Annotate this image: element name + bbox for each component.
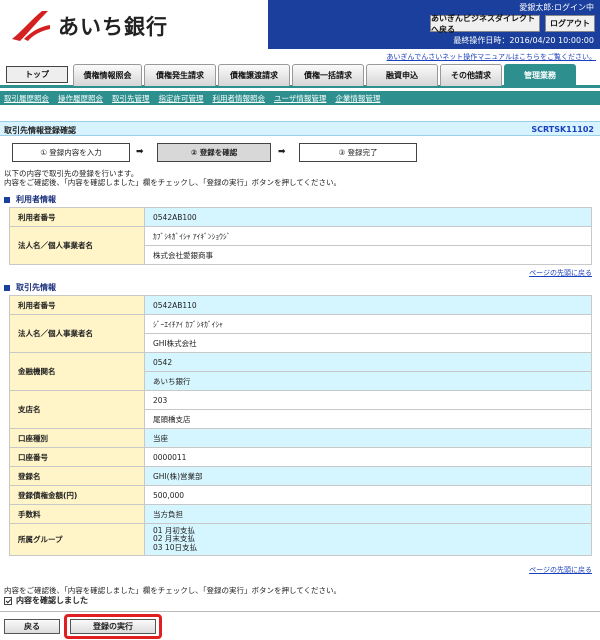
company-name-label: 法人名／個人事業者名 xyxy=(9,226,145,265)
group-label: 所属グループ xyxy=(9,523,145,556)
tab-claim-bulk[interactable]: 債権一括請求 xyxy=(292,64,364,86)
instruction-line: 以下の内容で取引先の登録を行います。 xyxy=(4,169,139,178)
execute-button[interactable]: 登録の実行 xyxy=(70,619,156,634)
sub-navigation: 取引履歴照会 操作履歴照会 取引先管理 指定許可管理 利用者情報照会 ユーザ情報… xyxy=(0,91,600,105)
subnav-transaction-history[interactable]: 取引履歴照会 xyxy=(4,93,49,104)
tab-claim-issue[interactable]: 債権発生請求 xyxy=(144,64,216,86)
partner-name-label: 法人名／個人事業者名 xyxy=(9,314,145,353)
table-row: 法人名／個人事業者名 ｶﾌﾞｼｷｶﾞｲｼｬ ｱｲｷﾞﾝｼｮｳｼﾞ xyxy=(9,226,592,265)
company-name-kana: ｶﾌﾞｼｷｶﾞｲｼｬ ｱｲｷﾞﾝｼｮｳｼﾞ xyxy=(144,226,592,246)
page-title-bar: 取引先情報登録確認 SCRTSK11102 xyxy=(0,121,600,136)
step-complete: ③ 登録完了 xyxy=(299,143,417,162)
table-row: 口座種別 当座 xyxy=(9,428,592,448)
page-top-link[interactable]: ページの先頭に戻る xyxy=(529,268,592,278)
main-tabs: トップ 債権情報照会 債権発生請求 債権譲渡請求 債権一括請求 融資申込 その他… xyxy=(0,62,600,88)
bank-code: 0542 xyxy=(144,352,592,372)
group-item: 02 月末支払 xyxy=(153,534,195,544)
group-item: 01 月初支払 xyxy=(153,525,195,535)
back-button[interactable]: 戻る xyxy=(4,619,60,634)
account-number-value: 0000011 xyxy=(144,447,592,467)
tab-claim-transfer[interactable]: 債権譲渡請求 xyxy=(218,64,290,86)
section-heading-text: 利用者情報 xyxy=(16,195,56,204)
user-status: 愛銀太郎:ログイン中 xyxy=(519,3,594,12)
partner-name-kana: ｼﾞｰｴｲﾁｱｲ ｶﾌﾞｼｷｶﾞｲｼｬ xyxy=(144,314,592,334)
bank-logo: あいち銀行 xyxy=(8,6,258,46)
account-type-label: 口座種別 xyxy=(9,428,145,448)
instructions: 以下の内容で取引先の登録を行います。 内容をご確認後、「内容を確認しました」欄を… xyxy=(4,169,341,187)
confirm-label: 内容を確認しました xyxy=(16,596,88,605)
step-arrow-icon: ➡ xyxy=(278,147,286,157)
table-row: 支店名 203 xyxy=(9,390,592,429)
divider xyxy=(0,611,600,612)
table-row: 登録債権金額(円) 500,000 xyxy=(9,485,592,505)
header: あいち銀行 愛銀太郎:ログイン中 あいぎんビジネスダイレクトへ戻る ログアウト … xyxy=(0,0,600,50)
step-confirm: ② 登録を確認 xyxy=(157,143,271,162)
group-values: 01 月初支払 02 月末支払 03 10日支払 xyxy=(144,523,592,556)
square-bullet-icon xyxy=(4,284,10,291)
account-type-value: 当座 xyxy=(144,428,592,448)
table-row: 手数料 当方負担 xyxy=(9,504,592,524)
bank-name-value: あいち銀行 xyxy=(144,371,592,391)
user-number-value: 0542AB100 xyxy=(144,207,592,227)
registered-name-value: GHI(株)営業部 xyxy=(144,466,592,486)
tab-other-requests[interactable]: その他請求 xyxy=(440,64,502,86)
step-input: ① 登録内容を入力 xyxy=(12,143,130,162)
screen-id: SCRTSK11102 xyxy=(531,125,594,134)
subnav-partner-management[interactable]: 取引先管理 xyxy=(112,93,150,104)
logout-button[interactable]: ログアウト xyxy=(545,15,595,32)
subnav-permission-management[interactable]: 指定許可管理 xyxy=(159,93,204,104)
confirm-checkbox-row[interactable]: 内容を確認しました xyxy=(4,595,88,606)
table-row: 利用者番号 0542AB100 xyxy=(9,207,592,227)
partner-number-value: 0542AB110 xyxy=(144,295,592,315)
manual-link[interactable]: あいぎんでんさいネット操作マニュアルはこちらをご覧ください。 xyxy=(387,52,596,62)
company-name: 株式会社愛銀商事 xyxy=(144,245,592,265)
page-top-link[interactable]: ページの先頭に戻る xyxy=(529,565,592,575)
partner-info-table: 利用者番号 0542AB110 法人名／個人事業者名 ｼﾞｰｴｲﾁｱｲ ｶﾌﾞｼ… xyxy=(9,295,592,556)
bank-label: 金融機関名 xyxy=(9,352,145,391)
claim-limit-value: 500,000 xyxy=(144,485,592,505)
registered-name-label: 登録名 xyxy=(9,466,145,486)
claim-limit-label: 登録債権金額(円) xyxy=(9,485,145,505)
page-title: 取引先情報登録確認 xyxy=(4,126,76,135)
step-arrow-icon: ➡ xyxy=(136,147,144,157)
confirm-checkbox[interactable] xyxy=(4,596,12,605)
branch-label: 支店名 xyxy=(9,390,145,429)
tab-claim-inquiry[interactable]: 債権情報照会 xyxy=(73,64,142,86)
user-info-heading: 利用者情報 xyxy=(4,194,56,205)
portal-button[interactable]: あいぎんビジネスダイレクトへ戻る xyxy=(430,14,540,34)
bank-name: あいち銀行 xyxy=(58,15,168,39)
table-row: 利用者番号 0542AB110 xyxy=(9,295,592,315)
subnav-user-info[interactable]: 利用者情報照会 xyxy=(213,93,266,104)
tab-loan-application[interactable]: 融資申込 xyxy=(366,64,438,86)
partner-info-heading: 取引先情報 xyxy=(4,282,56,293)
user-number-label: 利用者番号 xyxy=(9,207,145,227)
user-info-table: 利用者番号 0542AB100 法人名／個人事業者名 ｶﾌﾞｼｷｶﾞｲｼｬ ｱｲ… xyxy=(9,207,592,265)
tab-top[interactable]: トップ xyxy=(6,66,68,83)
table-row: 金融機関名 0542 xyxy=(9,352,592,391)
section-heading-text: 取引先情報 xyxy=(16,283,56,292)
tab-management[interactable]: 管理業務 xyxy=(504,64,576,86)
last-operation-time: 最終操作日時：2016/04/20 10:00:00 xyxy=(453,36,594,45)
branch-name: 尾頭橋支店 xyxy=(144,409,592,429)
subnav-company-management[interactable]: 企業情報管理 xyxy=(335,93,380,104)
table-row: 法人名／個人事業者名 ｼﾞｰｴｲﾁｱｲ ｶﾌﾞｼｷｶﾞｲｼｬ xyxy=(9,314,592,353)
partner-number-label: 利用者番号 xyxy=(9,295,145,315)
branch-code: 203 xyxy=(144,390,592,410)
group-item: 03 10日支払 xyxy=(153,542,197,552)
table-row: 所属グループ 01 月初支払 02 月末支払 03 10日支払 xyxy=(9,523,592,556)
fee-value: 当方負担 xyxy=(144,504,592,524)
table-row: 口座番号 0000011 xyxy=(9,447,592,467)
instruction-line: 内容をご確認後、「内容を確認しました」欄をチェックし、「登録の実行」ボタンを押し… xyxy=(4,178,342,187)
square-bullet-icon xyxy=(4,196,10,203)
fee-label: 手数料 xyxy=(9,504,145,524)
subnav-operation-history[interactable]: 操作履歴照会 xyxy=(58,93,103,104)
table-row: 登録名 GHI(株)営業部 xyxy=(9,466,592,486)
bank-logo-icon xyxy=(12,11,50,41)
subnav-user-management[interactable]: ユーザ情報管理 xyxy=(274,93,326,104)
account-number-label: 口座番号 xyxy=(9,447,145,467)
partner-name: GHI株式会社 xyxy=(144,333,592,353)
